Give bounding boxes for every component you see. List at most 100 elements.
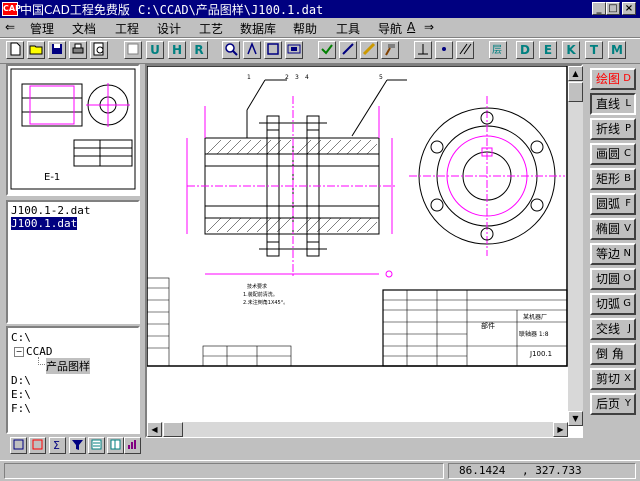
menu-process[interactable]: 工艺 bbox=[199, 20, 223, 37]
check-icon[interactable] bbox=[318, 41, 336, 59]
print-preview-icon[interactable] bbox=[90, 41, 108, 59]
parallel-icon[interactable] bbox=[456, 41, 474, 59]
scroll-left-arrow-icon[interactable]: ◀ bbox=[147, 422, 162, 437]
cmd-next-page-button[interactable]: 后页 Y bbox=[590, 393, 636, 415]
coord-x: 86.1424 bbox=[459, 464, 506, 477]
panel-tool-1-icon[interactable] bbox=[10, 437, 27, 454]
menu-help[interactable]: 帮助 bbox=[293, 20, 317, 37]
scroll-right-arrow-icon[interactable]: ▶ bbox=[553, 422, 568, 437]
menu-document[interactable]: 文档 bbox=[72, 20, 96, 37]
menu-back-arrow[interactable]: ⇐ bbox=[5, 20, 15, 34]
title-block-code: J100.1 bbox=[529, 350, 552, 358]
maximize-button[interactable]: □ bbox=[606, 2, 620, 15]
zoom-icon[interactable] bbox=[222, 41, 240, 59]
cmd-tangent-arc-button[interactable]: 切弧 G bbox=[590, 293, 636, 315]
tool-u-button[interactable]: U bbox=[146, 41, 164, 59]
thumbnail-preview[interactable]: E-1 bbox=[8, 66, 138, 194]
open-folder-icon[interactable] bbox=[27, 41, 45, 59]
menu-forward-arrow[interactable]: ⇒ bbox=[424, 20, 434, 34]
point-icon[interactable] bbox=[435, 41, 453, 59]
filter-icon[interactable] bbox=[69, 437, 86, 454]
tool-d-button[interactable]: D bbox=[516, 41, 534, 59]
menu-manage[interactable]: 管理 bbox=[30, 20, 54, 37]
cmd-rectangle-button[interactable]: 矩形 B bbox=[590, 168, 636, 190]
note-2: 2.未注倒角1X45°。 bbox=[243, 299, 288, 306]
pencil-icon[interactable] bbox=[360, 41, 378, 59]
balloon-2: 2 bbox=[285, 74, 289, 81]
cmd-trim-button[interactable]: 剪切 X bbox=[590, 368, 636, 390]
drive-e[interactable]: E:\ bbox=[11, 388, 31, 401]
cmd-intersect-button[interactable]: 交线 J bbox=[590, 318, 636, 340]
zoom-window-icon[interactable] bbox=[264, 41, 282, 59]
minimize-button[interactable]: _ bbox=[592, 2, 606, 15]
app-title: 中国CAD工程免费版 bbox=[20, 3, 130, 17]
title-block-company: 某机器厂 bbox=[523, 313, 547, 321]
notes-title: 技术要求 bbox=[247, 283, 267, 290]
file-item[interactable]: J100.1-2.dat bbox=[11, 204, 90, 217]
close-button[interactable]: × bbox=[622, 2, 636, 15]
print-icon[interactable] bbox=[69, 41, 87, 59]
dir-product-drawings[interactable]: 产品图样 bbox=[46, 358, 90, 374]
menu-bar: ⇐ 管理 文档 工程 设计 工艺 数据库 帮助 工具 导航 A ⇒ bbox=[0, 18, 640, 38]
coord-y: , 327.733 bbox=[521, 464, 582, 477]
balloon-3: 3 bbox=[295, 74, 299, 81]
cmd-circle-button[interactable]: 画圆 C bbox=[590, 143, 636, 165]
drive-d[interactable]: D:\ bbox=[11, 374, 31, 387]
cmd-arc-button[interactable]: 圆弧 F bbox=[590, 193, 636, 215]
dir-root[interactable]: C:\ bbox=[11, 331, 31, 344]
pen-icon[interactable] bbox=[339, 41, 357, 59]
drive-f[interactable]: F:\ bbox=[11, 402, 31, 415]
directory-tree-panel: C:\ − CCAD 产品图样 D:\ E:\ F:\ bbox=[6, 326, 140, 434]
layer-icon[interactable]: 层 bbox=[489, 41, 507, 59]
menu-navigate[interactable]: 导航 bbox=[378, 20, 402, 37]
menu-database[interactable]: 数据库 bbox=[240, 20, 276, 37]
scroll-down-arrow-icon[interactable]: ▼ bbox=[568, 411, 583, 426]
panel-tool-2-icon[interactable] bbox=[29, 437, 46, 454]
tool-t-button[interactable]: T bbox=[585, 41, 603, 59]
drawing-canvas[interactable]: 1 2 3 4 5 技术要求 1.装配前清洗。 2.未注倒角1X45°。 部件 … bbox=[145, 64, 583, 438]
file-item-selected[interactable]: J100.1.dat bbox=[11, 217, 78, 230]
tree-collapse-icon[interactable]: − bbox=[14, 347, 24, 357]
new-file-icon[interactable] bbox=[6, 41, 24, 59]
cmd-polygon-button[interactable]: 等边 N bbox=[590, 243, 636, 265]
vertical-scroll-thumb[interactable] bbox=[568, 82, 583, 102]
blank-tool-icon[interactable] bbox=[124, 41, 142, 59]
balloon-5: 5 bbox=[379, 74, 383, 81]
tool-e-button[interactable]: E bbox=[539, 41, 557, 59]
cmd-chamfer-button[interactable]: 倒 角 bbox=[590, 343, 636, 365]
cmd-tangent-circle-button[interactable]: 切圆 O bbox=[590, 268, 636, 290]
cmd-ellipse-button[interactable]: 椭圆 V bbox=[590, 218, 636, 240]
hammer-icon[interactable] bbox=[381, 41, 399, 59]
tool-k-button[interactable]: K bbox=[562, 41, 580, 59]
pan-hand-icon[interactable] bbox=[243, 41, 261, 59]
chart-icon[interactable] bbox=[124, 437, 141, 454]
cmd-polyline-button[interactable]: 折线 P bbox=[590, 118, 636, 140]
zoom-all-icon[interactable] bbox=[285, 41, 303, 59]
list-icon[interactable] bbox=[88, 437, 105, 454]
tree-branch-line bbox=[38, 357, 45, 365]
coordinate-readout: 86.1424 , 327.733 bbox=[448, 463, 636, 479]
balloon-1: 1 bbox=[247, 74, 251, 81]
thumbnail-caption: E-1 bbox=[44, 172, 60, 183]
status-bar: 86.1424 , 327.733 bbox=[0, 460, 640, 481]
thumbnail-panel: E-1 bbox=[6, 64, 140, 196]
tool-m-button[interactable]: M bbox=[608, 41, 626, 59]
menu-tools[interactable]: 工具 bbox=[336, 20, 360, 37]
perpendicular-icon[interactable] bbox=[414, 41, 432, 59]
cmd-line-button[interactable]: 直线 L bbox=[590, 93, 636, 115]
horizontal-scroll-thumb[interactable] bbox=[163, 422, 183, 437]
horizontal-scrollbar[interactable]: ◀ ▶ bbox=[147, 422, 568, 437]
cmd-draw-button[interactable]: 绘图 D bbox=[590, 68, 636, 90]
balloon-4: 4 bbox=[305, 74, 309, 81]
sum-icon[interactable]: Σ bbox=[49, 437, 66, 454]
save-disk-icon[interactable] bbox=[48, 41, 66, 59]
cad-drawing[interactable]: 1 2 3 4 5 技术要求 1.装配前清洗。 2.未注倒角1X45°。 部件 … bbox=[147, 66, 568, 422]
menu-project[interactable]: 工程 bbox=[115, 20, 139, 37]
menu-design[interactable]: 设计 bbox=[157, 20, 181, 37]
tool-h-button[interactable]: H bbox=[168, 41, 186, 59]
scroll-up-arrow-icon[interactable]: ▲ bbox=[568, 66, 583, 81]
tool-r-button[interactable]: R bbox=[190, 41, 208, 59]
table-icon[interactable] bbox=[107, 437, 124, 454]
vertical-scrollbar[interactable]: ▲ ▼ bbox=[568, 66, 583, 426]
svg-text:Σ: Σ bbox=[53, 439, 60, 451]
